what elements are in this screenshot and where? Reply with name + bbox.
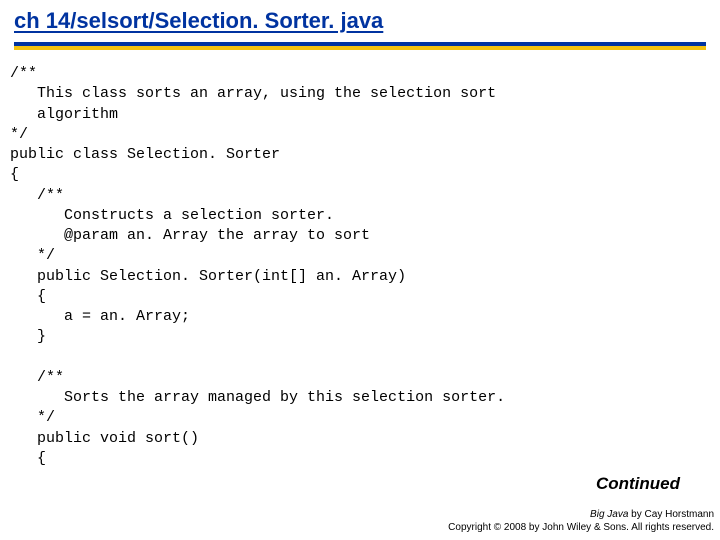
footer-copyright: Copyright © 2008 by John Wiley & Sons. A…	[448, 522, 714, 535]
footer: Big Java by Cay Horstmann Copyright © 20…	[448, 509, 714, 534]
code-listing: /** This class sorts an array, using the…	[0, 50, 720, 469]
by-text: by	[628, 509, 644, 520]
book-title: Big Java	[590, 509, 628, 520]
page-title: ch 14/selsort/Selection. Sorter. java	[14, 8, 706, 40]
continued-indicator: Continued	[596, 474, 680, 494]
footer-line-1: Big Java by Cay Horstmann	[448, 509, 714, 522]
author-name: Cay Horstmann	[645, 509, 714, 520]
